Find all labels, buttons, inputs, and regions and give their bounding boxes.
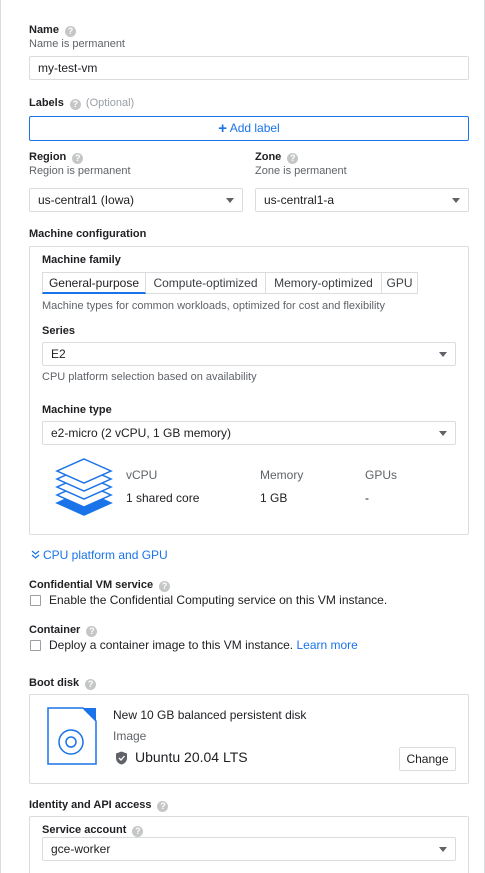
- help-icon[interactable]: ?: [157, 801, 169, 812]
- container-checkbox-label[interactable]: Deploy a container image to this VM inst…: [49, 638, 293, 652]
- confidential-checkbox-label[interactable]: Enable the Confidential Computing servic…: [49, 593, 387, 607]
- boot-disk-label-text: Boot disk: [29, 677, 80, 689]
- machine-config-heading: Machine configuration: [29, 228, 147, 240]
- help-icon[interactable]: ?: [287, 153, 299, 164]
- help-icon[interactable]: ?: [64, 26, 76, 37]
- zone-label: Zone?: [255, 151, 299, 164]
- change-button[interactable]: Change: [399, 747, 456, 771]
- zone-value: us-central1-a: [264, 193, 335, 207]
- service-account-select[interactable]: gce-worker: [42, 837, 456, 861]
- memory-value: 1 GB: [260, 491, 288, 505]
- help-icon[interactable]: ?: [132, 826, 144, 837]
- dropdown-arrow-icon: [439, 847, 447, 852]
- container-checkbox[interactable]: [30, 640, 41, 651]
- region-select[interactable]: us-central1 (Iowa): [29, 188, 243, 212]
- machine-type-value: e2-micro (2 vCPU, 1 GB memory): [51, 426, 232, 440]
- machine-family-label: Machine family: [42, 254, 121, 266]
- boot-disk-image-value: Ubuntu 20.04 LTS: [135, 749, 248, 765]
- series-hint: CPU platform selection based on availabi…: [42, 371, 257, 383]
- layers-icon: [55, 458, 113, 516]
- service-account-label-text: Service account: [42, 824, 127, 836]
- boot-disk-image-label: Image: [113, 729, 147, 743]
- help-icon[interactable]: ?: [69, 99, 81, 110]
- memory-header: Memory: [260, 468, 304, 482]
- dropdown-arrow-icon: [452, 198, 460, 203]
- name-sublabel: Name is permanent: [29, 38, 125, 50]
- zone-select[interactable]: us-central1-a: [255, 188, 469, 212]
- disk-icon: [47, 707, 97, 765]
- add-label-button[interactable]: + Add label: [29, 116, 469, 141]
- service-account-value: gce-worker: [51, 842, 111, 856]
- help-icon[interactable]: ?: [85, 679, 97, 690]
- machine-family-tabs: General-purpose Compute-optimized Memory…: [42, 272, 420, 296]
- gpus-value: -: [365, 491, 369, 505]
- tab-gpu[interactable]: GPU: [382, 272, 418, 294]
- region-value: us-central1 (Iowa): [38, 193, 135, 207]
- learn-more-link[interactable]: Learn more: [296, 638, 357, 652]
- form-panel: Name? Name is permanent my-test-vm Label…: [0, 0, 485, 873]
- series-value: E2: [51, 347, 66, 361]
- add-label-text: Add label: [229, 121, 280, 135]
- double-chevron-down-icon: [31, 550, 40, 559]
- region-label: Region?: [29, 151, 84, 164]
- help-icon[interactable]: ?: [86, 626, 98, 637]
- container-label-text: Container: [29, 624, 81, 636]
- identity-label-text: Identity and API access: [29, 799, 152, 811]
- name-label: Name?: [29, 24, 76, 37]
- machine-type-label: Machine type: [42, 404, 112, 416]
- dropdown-arrow-icon: [439, 352, 447, 357]
- zone-label-text: Zone: [255, 151, 282, 163]
- machine-family-description: Machine types for common workloads, opti…: [42, 300, 385, 312]
- labels-label-text: Labels: [29, 97, 64, 109]
- shield-icon: [116, 751, 127, 765]
- series-label: Series: [42, 325, 76, 337]
- dropdown-arrow-icon: [439, 431, 447, 436]
- dropdown-arrow-icon: [226, 198, 234, 203]
- vcpu-header: vCPU: [126, 468, 158, 482]
- boot-disk-title: New 10 GB balanced persistent disk: [113, 708, 307, 722]
- labels-optional: (Optional): [85, 97, 135, 109]
- cpu-platform-toggle[interactable]: CPU platform and GPU: [31, 548, 168, 562]
- identity-label: Identity and API access?: [29, 799, 169, 812]
- vcpu-value: 1 shared core: [126, 491, 200, 505]
- confidential-checkbox[interactable]: [30, 595, 41, 606]
- help-icon[interactable]: ?: [72, 153, 84, 164]
- confidential-label: Confidential VM service?: [29, 579, 171, 592]
- service-account-label: Service account?: [42, 824, 144, 837]
- region-label-text: Region: [29, 151, 67, 163]
- cpu-platform-link-text: CPU platform and GPU: [43, 548, 168, 562]
- tab-general-purpose[interactable]: General-purpose: [42, 272, 146, 294]
- gpus-header: GPUs: [365, 468, 398, 482]
- confidential-label-text: Confidential VM service: [29, 579, 154, 591]
- series-select[interactable]: E2: [42, 342, 456, 366]
- zone-sublabel: Zone is permanent: [255, 165, 347, 177]
- name-input[interactable]: my-test-vm: [29, 56, 469, 80]
- container-label: Container?: [29, 624, 98, 637]
- tab-memory-optimized[interactable]: Memory-optimized: [266, 272, 382, 294]
- region-sublabel: Region is permanent: [29, 165, 131, 177]
- tab-compute-optimized[interactable]: Compute-optimized: [146, 272, 266, 294]
- name-label-text: Name: [29, 24, 59, 36]
- plus-icon: +: [218, 120, 228, 137]
- labels-label: Labels? (Optional): [29, 97, 134, 110]
- boot-disk-label: Boot disk?: [29, 677, 97, 690]
- container-checkbox-row: Deploy a container image to this VM inst…: [49, 638, 358, 652]
- machine-type-select[interactable]: e2-micro (2 vCPU, 1 GB memory): [42, 421, 456, 445]
- help-icon[interactable]: ?: [159, 581, 171, 592]
